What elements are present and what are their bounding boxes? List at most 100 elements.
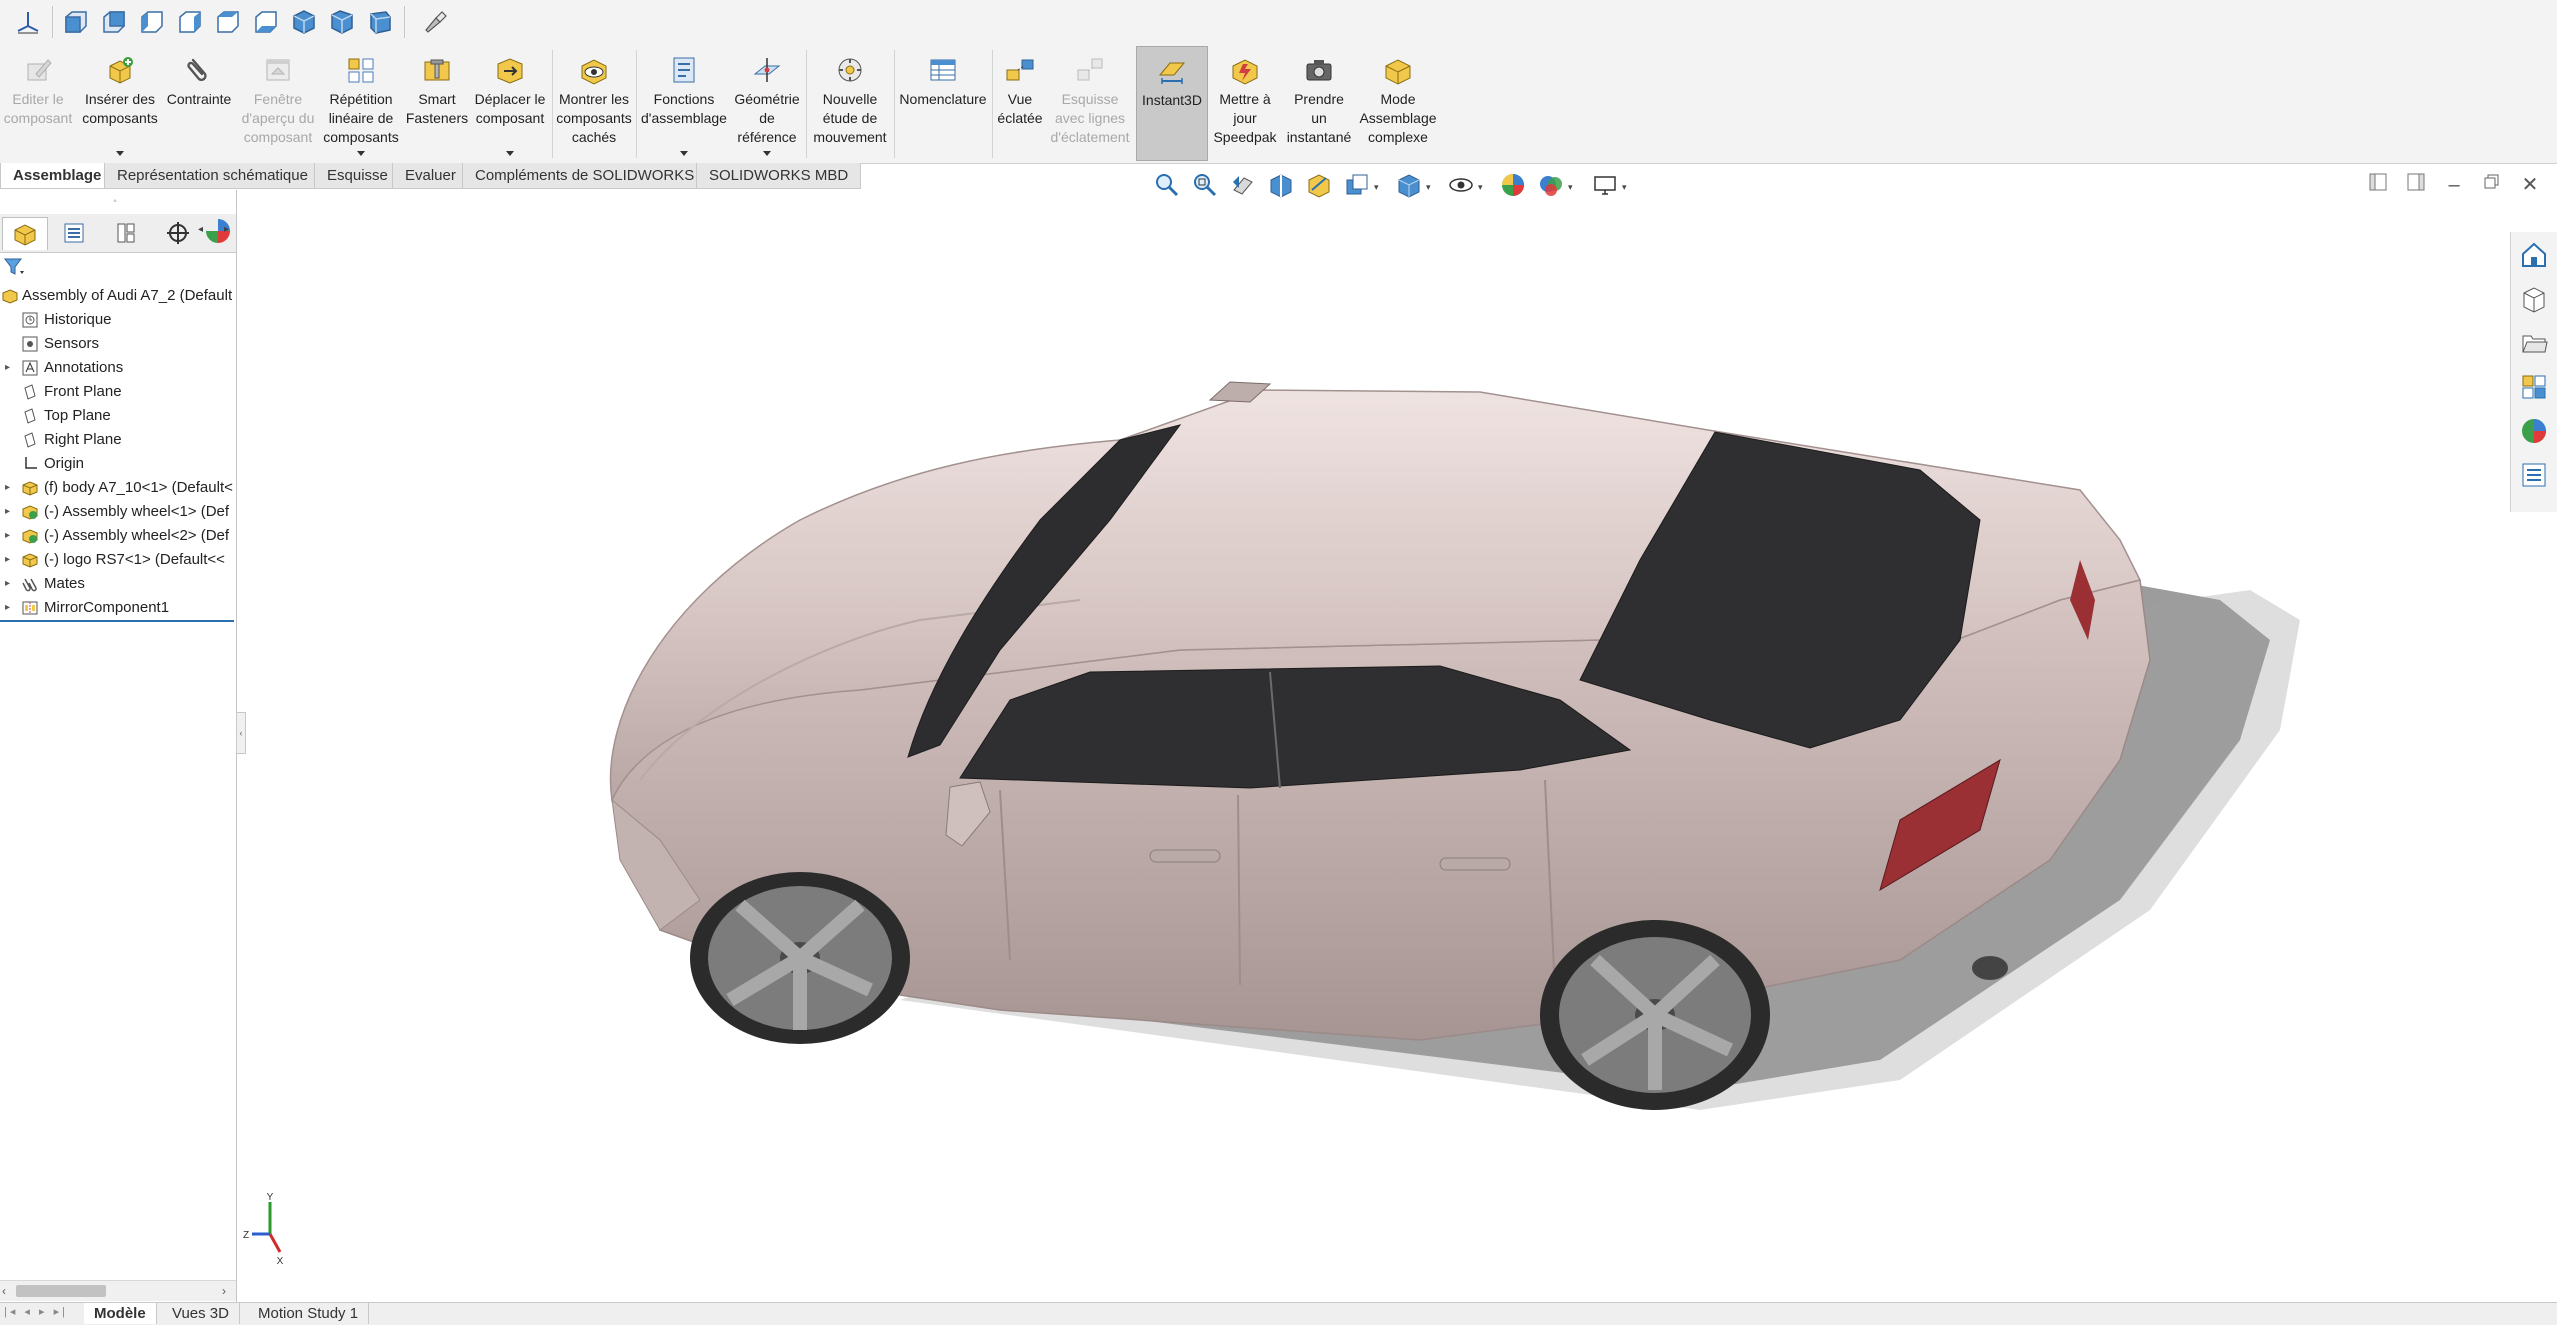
apply-scene-icon[interactable] xyxy=(1534,170,1568,200)
dropdown-arrow-icon[interactable] xyxy=(116,151,124,156)
close-icon[interactable]: ✕ xyxy=(2516,172,2544,198)
tree-item-logo-rs7[interactable]: ▸ (-) logo RS7<1> (Default<< xyxy=(0,548,234,572)
tree-item-body-a7[interactable]: ▸ (f) body A7_10<1> (Default< xyxy=(0,476,234,500)
bottom-view-icon[interactable] xyxy=(250,6,282,38)
graphics-area[interactable] xyxy=(236,204,2506,1284)
dynamic-annotation-views-icon[interactable] xyxy=(1302,170,1336,200)
bill-of-materials-button[interactable]: Nomenclature xyxy=(896,46,990,161)
filter-icon[interactable] xyxy=(4,258,28,278)
tab-solidworks-mbd[interactable]: SOLIDWORKS MBD xyxy=(696,163,862,189)
horizontal-scrollbar[interactable]: ‹ › xyxy=(0,1280,236,1301)
tab-vues-3d[interactable]: Vues 3D xyxy=(162,1303,240,1324)
large-assembly-mode-button[interactable]: Mode Assemblage complexe xyxy=(1356,46,1440,161)
flashlight-icon[interactable] xyxy=(418,6,450,38)
tab-complements-solidworks[interactable]: Compléments de SOLIDWORKS xyxy=(462,163,708,189)
origin-axis-icon[interactable] xyxy=(12,6,44,38)
expand-arrow-icon[interactable]: ▸ xyxy=(5,476,10,500)
update-speedpak-button[interactable]: Mettre à jour Speedpak xyxy=(1208,46,1282,161)
tab-modele[interactable]: Modèle xyxy=(84,1303,157,1324)
dropdown-arrow-icon[interactable] xyxy=(357,151,365,156)
solidworks-resources-home-icon[interactable] xyxy=(2517,238,2551,272)
view-orientation-icon[interactable] xyxy=(1340,170,1374,200)
chevron-down-icon[interactable]: ▾ xyxy=(1478,182,1483,193)
scroll-left-arrow-icon[interactable]: ‹ xyxy=(2,1284,6,1298)
show-hidden-components-button[interactable]: Montrer les composants cachés xyxy=(554,46,634,161)
section-view-icon[interactable] xyxy=(1264,170,1298,200)
back-view-icon[interactable] xyxy=(98,6,130,38)
expand-arrow-icon[interactable]: ▸ xyxy=(5,356,10,380)
expand-arrow-icon[interactable]: ▸ xyxy=(5,596,10,620)
file-explorer-folder-icon[interactable] xyxy=(2517,326,2551,360)
previous-view-icon[interactable] xyxy=(1226,170,1260,200)
tab-navigation-arrows-icon[interactable]: |◂ ◂ ▸ ▸| xyxy=(4,1305,68,1318)
property-manager-tab[interactable] xyxy=(52,217,96,249)
tab-scroll-left-icon[interactable]: ◂ xyxy=(198,224,203,235)
assembly-features-button[interactable]: Fonctions d'assemblage xyxy=(638,46,730,161)
explode-line-sketch-button[interactable]: Esquisse avec lignes d'éclatement xyxy=(1046,46,1134,161)
restore-icon[interactable] xyxy=(2478,172,2506,198)
tree-item-mirror-component[interactable]: ▸ MirrorComponent1 xyxy=(0,596,234,620)
edit-component-button[interactable]: Editer le composant xyxy=(2,46,74,161)
dropdown-arrow-icon[interactable] xyxy=(680,151,688,156)
chevron-down-icon[interactable]: ▾ xyxy=(1622,182,1627,193)
hide-show-items-icon[interactable] xyxy=(1444,170,1478,200)
isometric-view-icon[interactable] xyxy=(288,6,320,38)
tab-esquisse[interactable]: Esquisse xyxy=(314,163,401,189)
tree-item-right-plane[interactable]: Right Plane xyxy=(0,428,234,452)
expand-arrow-icon[interactable]: ▸ xyxy=(5,500,10,524)
scrollbar-thumb[interactable] xyxy=(16,1285,106,1297)
minimize-icon[interactable]: – xyxy=(2440,172,2468,198)
expand-arrow-icon[interactable]: ▸ xyxy=(5,548,10,572)
tab-scroll-right-icon[interactable]: ▸ xyxy=(224,224,229,235)
left-view-icon[interactable] xyxy=(136,6,168,38)
feature-tree-tab[interactable] xyxy=(2,217,48,250)
dimetric-view-icon[interactable] xyxy=(364,6,396,38)
tab-evaluer[interactable]: Evaluer xyxy=(392,163,469,189)
expand-arrow-icon[interactable]: ▸ xyxy=(5,524,10,548)
top-view-icon[interactable] xyxy=(212,6,244,38)
tree-item-annotations[interactable]: ▸ Annotations xyxy=(0,356,234,380)
expand-arrow-icon[interactable]: ▸ xyxy=(5,572,10,596)
design-library-icon[interactable] xyxy=(2517,282,2551,316)
zoom-to-fit-icon[interactable] xyxy=(1150,170,1184,200)
tree-item-top-plane[interactable]: Top Plane xyxy=(0,404,234,428)
display-style-icon[interactable] xyxy=(1392,170,1426,200)
instant3d-toggle[interactable]: Instant3D xyxy=(1136,46,1208,161)
panel-splitter-handle[interactable]: ◦ xyxy=(108,196,122,207)
tab-representation-schematique[interactable]: Représentation schématique xyxy=(104,163,321,189)
reference-geometry-button[interactable]: Géométrie de référence xyxy=(730,46,804,161)
take-snapshot-button[interactable]: Prendre un instantané xyxy=(1282,46,1356,161)
tree-item-mates[interactable]: ▸ Mates xyxy=(0,572,234,596)
mate-button[interactable]: Contrainte xyxy=(163,46,235,161)
tab-assemblage[interactable]: Assemblage xyxy=(0,163,115,189)
appearances-scenes-icon[interactable] xyxy=(2517,414,2551,448)
dropdown-arrow-icon[interactable] xyxy=(506,151,514,156)
rollback-bar[interactable] xyxy=(0,620,234,622)
smart-fasteners-button[interactable]: Smart Fasteners xyxy=(404,46,470,161)
tree-root-assembly[interactable]: Assembly of Audi A7_2 (Default xyxy=(0,284,234,308)
front-view-icon[interactable] xyxy=(60,6,92,38)
tree-item-sensors[interactable]: Sensors xyxy=(0,332,234,356)
chevron-down-icon[interactable]: ▾ xyxy=(1568,182,1573,193)
split-view-left-icon[interactable] xyxy=(2364,172,2392,198)
move-component-button[interactable]: Déplacer le composant xyxy=(470,46,550,161)
tree-item-historique[interactable]: Historique xyxy=(0,308,234,332)
tree-item-assembly-wheel-2[interactable]: ▸ (-) Assembly wheel<2> (Def xyxy=(0,524,234,548)
component-preview-window-button[interactable]: Fenêtre d'aperçu du composant xyxy=(236,46,320,161)
scroll-right-arrow-icon[interactable]: › xyxy=(222,1284,226,1298)
zoom-to-area-icon[interactable] xyxy=(1188,170,1222,200)
chevron-down-icon[interactable]: ▾ xyxy=(1426,182,1431,193)
view-palette-icon[interactable] xyxy=(2517,370,2551,404)
exploded-view-button[interactable]: Vue éclatée xyxy=(994,46,1046,161)
tree-item-assembly-wheel-1[interactable]: ▸ (-) Assembly wheel<1> (Def xyxy=(0,500,234,524)
tree-item-front-plane[interactable]: Front Plane xyxy=(0,380,234,404)
tab-motion-study-1[interactable]: Motion Study 1 xyxy=(248,1303,370,1324)
configuration-manager-tab[interactable] xyxy=(104,217,148,249)
new-motion-study-button[interactable]: Nouvelle étude de mouvement xyxy=(808,46,892,161)
dimxpert-tab[interactable] xyxy=(156,217,200,249)
right-view-icon[interactable] xyxy=(174,6,206,38)
linear-component-pattern-button[interactable]: Répétition linéaire de composants xyxy=(320,46,402,161)
tree-item-origin[interactable]: Origin xyxy=(0,452,234,476)
dropdown-arrow-icon[interactable] xyxy=(763,151,771,156)
chevron-down-icon[interactable]: ▾ xyxy=(1374,182,1379,193)
